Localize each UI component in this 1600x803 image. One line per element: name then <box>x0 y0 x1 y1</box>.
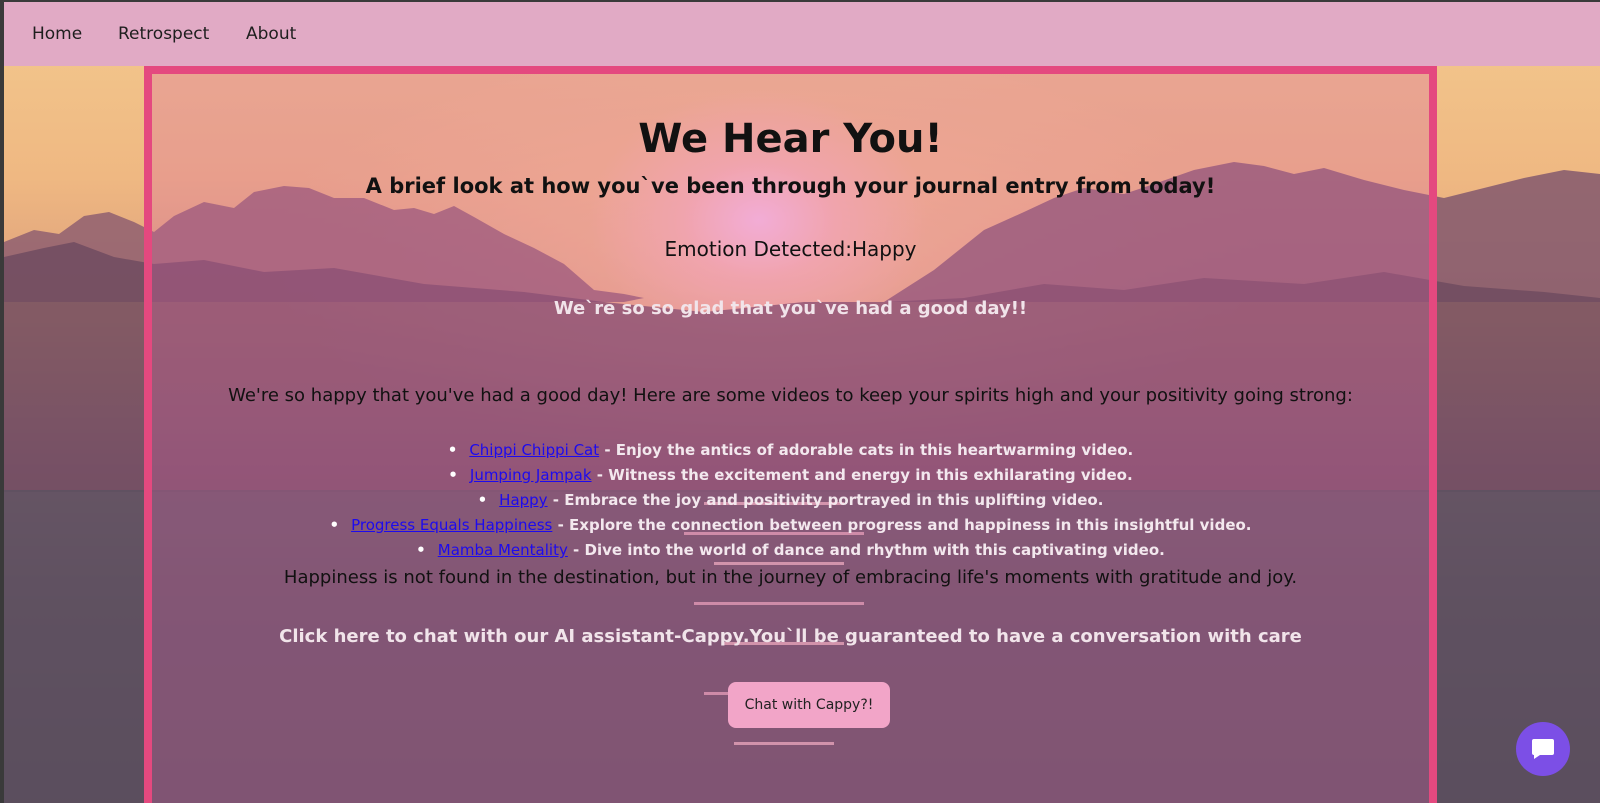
app-window: Home Retrospect About We Hear You! A bri… <box>4 2 1600 803</box>
emotion-label: Emotion Detected: <box>664 237 852 261</box>
emotion-value: Happy <box>851 237 917 261</box>
glad-message: We`re so so glad that you`ve had a good … <box>553 298 1028 319</box>
list-item: • Mamba Mentality - Dive into the world o… <box>416 541 1165 559</box>
top-navbar: Home Retrospect About <box>4 2 1600 66</box>
video-link-mamba-mentality[interactable]: Mamba Mentality <box>438 541 568 559</box>
chat-with-cappy-button[interactable]: Chat with Cappy?! <box>728 682 890 728</box>
video-description: - Enjoy the antics of adorable cats in t… <box>599 441 1134 459</box>
nav-item-home[interactable]: Home <box>32 24 82 44</box>
video-description: - Dive into the world of dance and rhyth… <box>567 541 1165 559</box>
video-list: • Chippi Chippi Cat - Enjoy the antics of… <box>152 438 1429 563</box>
page-subtitle: A brief look at how you`ve been through … <box>365 174 1216 198</box>
video-description: - Witness the excitement and energy in t… <box>591 466 1133 484</box>
journal-result-panel: We Hear You! A brief look at how you`ve … <box>144 66 1437 803</box>
video-link-happy[interactable]: Happy <box>499 491 547 509</box>
nav-item-retrospect[interactable]: Retrospect <box>118 24 209 44</box>
list-item: • Progress Equals Happiness - Explore the… <box>329 516 1252 534</box>
video-intro-text: We're so happy that you've had a good da… <box>228 385 1353 406</box>
chat-launcher-button[interactable] <box>1516 722 1570 776</box>
video-link-jumping-jampak[interactable]: Jumping Jampak <box>470 466 592 484</box>
chat-bubble-icon <box>1532 739 1554 759</box>
nav-item-about[interactable]: About <box>246 24 296 44</box>
happiness-quote: Happiness is not found in the destinatio… <box>283 567 1298 588</box>
list-item: • Happy - Embrace the joy and positivity … <box>477 491 1104 509</box>
video-description: - Embrace the joy and positivity portray… <box>547 491 1104 509</box>
video-link-chippi-chippi-cat[interactable]: Chippi Chippi Cat <box>469 441 599 459</box>
chat-prompt-text: Click here to chat with our AI assistant… <box>279 626 1302 647</box>
video-description: - Explore the connection between progres… <box>552 516 1252 534</box>
list-item: • Chippi Chippi Cat - Enjoy the antics of… <box>447 441 1134 459</box>
emotion-detected: Emotion Detected:Happy <box>152 237 1429 261</box>
list-item: • Jumping Jampak - Witness the excitement… <box>448 466 1133 484</box>
video-link-progress-equals-happiness[interactable]: Progress Equals Happiness <box>351 516 552 534</box>
page-title: We Hear You! <box>638 116 943 162</box>
